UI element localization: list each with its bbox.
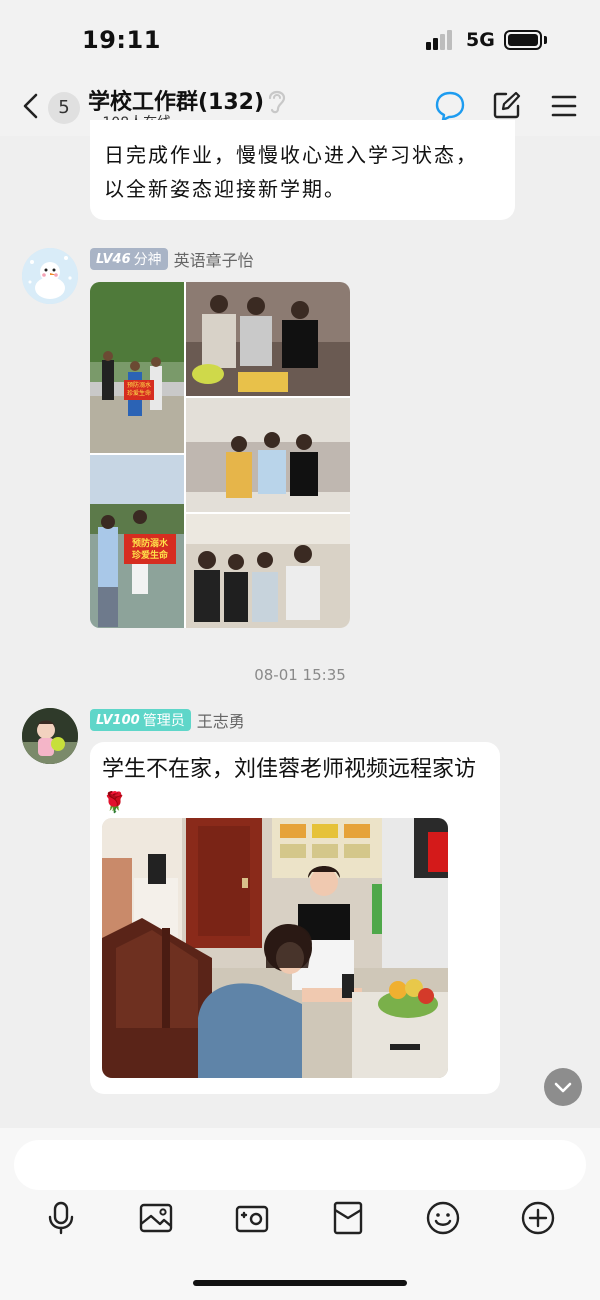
message-bubble[interactable]: 学生不在家，刘佳蓉老师视频远程家访 🌹 [90, 742, 500, 1094]
member-title: 管理员 [142, 713, 185, 729]
home-visit-photo[interactable] [102, 818, 448, 1078]
home-indicator[interactable] [193, 1280, 407, 1286]
unread-count-badge[interactable]: 5 [48, 92, 80, 124]
plus-icon[interactable] [520, 1200, 556, 1236]
sender-row: LV100 管理员 王志勇 [90, 709, 245, 731]
banner-text-1: 预防溺水 珍爱生命 [126, 382, 151, 397]
status-bar: 19:11 5G [0, 0, 600, 80]
child-avatar-icon [22, 708, 78, 764]
back-icon[interactable] [18, 90, 46, 122]
banner-text-2: 预防溺水 珍爱生命 [131, 539, 168, 561]
scroll-to-bottom-button[interactable] [544, 1068, 582, 1106]
network-type: 5G [466, 29, 495, 51]
ear-icon[interactable] [264, 86, 290, 116]
snowman-avatar-icon [22, 248, 78, 304]
menu-icon[interactable] [551, 94, 577, 118]
photo-collage-image[interactable]: 预防溺水 珍爱生命 预防溺水 珍爱生命 [90, 282, 350, 628]
sender-row: LV46 分神 英语章子怡 [90, 248, 254, 270]
message-bubble[interactable]: 日完成作业，慢慢收心进入学习状态， 以全新姿态迎接新学期。 [90, 120, 515, 220]
status-time: 19:11 [82, 26, 161, 54]
image-icon[interactable] [138, 1200, 174, 1236]
avatar[interactable] [22, 708, 78, 764]
sender-name[interactable]: 英语章子怡 [174, 247, 254, 271]
rose-emoji: 🌹 [102, 790, 127, 814]
camera-icon[interactable] [234, 1200, 270, 1236]
signal-icon [426, 30, 458, 50]
chat-icon[interactable] [434, 90, 466, 122]
member-title: 分神 [133, 252, 162, 268]
sender-name[interactable]: 王志勇 [197, 708, 245, 732]
battery-icon [504, 30, 542, 50]
message-text-row: 学生不在家，刘佳蓉老师视频远程家访 🌹 [102, 754, 492, 819]
level-badge: LV100 管理员 [90, 709, 191, 731]
photo-collage-graphic [90, 282, 350, 628]
message-text: 日完成作业，慢慢收心进入学习状态， 以全新姿态迎接新学期。 [104, 143, 478, 201]
chevron-down-icon [554, 1082, 572, 1093]
avatar[interactable] [22, 248, 78, 304]
message-text: 学生不在家，刘佳蓉老师视频远程家访 [102, 757, 477, 782]
message-input[interactable] [14, 1140, 586, 1190]
home-visit-graphic [102, 818, 448, 1078]
battery-tip [544, 36, 547, 44]
level-badge: LV46 分神 [90, 248, 168, 270]
microphone-icon[interactable] [43, 1200, 79, 1236]
red-packet-icon[interactable] [330, 1200, 366, 1236]
input-toolbar [0, 1128, 600, 1300]
emoji-icon[interactable] [425, 1200, 461, 1236]
message-timestamp: 08-01 15:35 [254, 666, 346, 684]
edit-icon[interactable] [492, 90, 522, 120]
